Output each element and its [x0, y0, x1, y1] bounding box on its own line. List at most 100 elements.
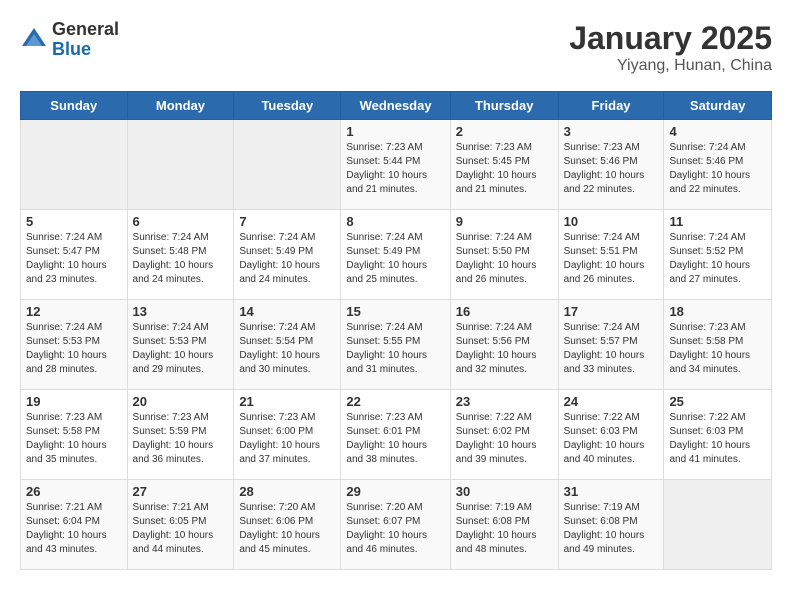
day-number: 24 — [564, 394, 659, 409]
day-info: Sunrise: 7:23 AMSunset: 5:59 PMDaylight:… — [133, 411, 229, 467]
day-of-week-header: Monday — [127, 92, 234, 120]
calendar-day-cell: 21Sunrise: 7:23 AMSunset: 6:00 PMDayligh… — [234, 390, 341, 480]
calendar-day-cell: 12 Sunrise: 7:24 AMSunset: 5:53 PMDayligh… — [21, 300, 128, 390]
calendar-day-cell: 9 Sunrise: 7:24 AMSunset: 5:50 PMDaylight… — [450, 210, 558, 300]
calendar-subtitle: Yiyang, Hunan, China — [569, 57, 772, 75]
day-info: Sunrise: 7:22 AMSunset: 6:03 PMDaylight:… — [669, 411, 766, 467]
day-info: Sunrise: 7:23 AMSunset: 5:58 PMDaylight:… — [26, 411, 122, 467]
day-number: 6 — [133, 214, 229, 229]
day-info: Sunrise: 7:24 AMSunset: 5:53 PMDaylight:… — [133, 321, 229, 377]
calendar-day-cell: 20 Sunrise: 7:23 AMSunset: 5:59 PMDayligh… — [127, 390, 234, 480]
calendar-day-cell: 4 Sunrise: 7:24 AMSunset: 5:46 PMDaylight… — [664, 120, 772, 210]
day-info: Sunrise: 7:20 AMSunset: 6:07 PMDaylight:… — [346, 501, 444, 557]
day-number: 17 — [564, 304, 659, 319]
day-info: Sunrise: 7:24 AMSunset: 5:50 PMDaylight:… — [456, 231, 553, 287]
calendar-day-cell: 3 Sunrise: 7:23 AMSunset: 5:46 PMDaylight… — [558, 120, 664, 210]
calendar-day-cell: 25 Sunrise: 7:22 AMSunset: 6:03 PMDayligh… — [664, 390, 772, 480]
calendar-day-cell: 19 Sunrise: 7:23 AMSunset: 5:58 PMDayligh… — [21, 390, 128, 480]
page-header: General Blue January 2025 Yiyang, Hunan,… — [20, 20, 772, 75]
day-of-week-header: Saturday — [664, 92, 772, 120]
day-info: Sunrise: 7:24 AMSunset: 5:49 PMDaylight:… — [346, 231, 444, 287]
day-number: 13 — [133, 304, 229, 319]
day-number: 27 — [133, 484, 229, 499]
day-info: Sunrise: 7:24 AMSunset: 5:49 PMDaylight:… — [239, 231, 335, 287]
calendar-header-row: SundayMondayTuesdayWednesdayThursdayFrid… — [21, 92, 772, 120]
day-info: Sunrise: 7:21 AMSunset: 6:05 PMDaylight:… — [133, 501, 229, 557]
day-number: 28 — [239, 484, 335, 499]
day-number: 25 — [669, 394, 766, 409]
day-info: Sunrise: 7:23 AMSunset: 6:01 PMDaylight:… — [346, 411, 444, 467]
calendar-day-cell: 5 Sunrise: 7:24 AMSunset: 5:47 PMDaylight… — [21, 210, 128, 300]
day-info: Sunrise: 7:24 AMSunset: 5:54 PMDaylight:… — [239, 321, 335, 377]
calendar-day-cell: 1 Sunrise: 7:23 AMSunset: 5:44 PMDaylight… — [341, 120, 450, 210]
logo-general-label: General — [52, 20, 119, 40]
logo: General Blue — [20, 20, 119, 60]
day-info: Sunrise: 7:22 AMSunset: 6:02 PMDaylight:… — [456, 411, 553, 467]
calendar-day-cell: 29 Sunrise: 7:20 AMSunset: 6:07 PMDayligh… — [341, 480, 450, 570]
calendar-day-cell: 28 Sunrise: 7:20 AMSunset: 6:06 PMDayligh… — [234, 480, 341, 570]
day-number: 20 — [133, 394, 229, 409]
day-info: Sunrise: 7:23 AMSunset: 5:46 PMDaylight:… — [564, 141, 659, 197]
day-number: 8 — [346, 214, 444, 229]
day-info: Sunrise: 7:23 AMSunset: 5:44 PMDaylight:… — [346, 141, 444, 197]
calendar-week-row: 19 Sunrise: 7:23 AMSunset: 5:58 PMDayligh… — [21, 390, 772, 480]
day-info: Sunrise: 7:23 AMSunset: 6:00 PMDaylight:… — [239, 411, 335, 467]
day-info: Sunrise: 7:23 AMSunset: 5:45 PMDaylight:… — [456, 141, 553, 197]
day-number: 2 — [456, 124, 553, 139]
logo-text: General Blue — [52, 20, 119, 60]
day-info: Sunrise: 7:20 AMSunset: 6:06 PMDaylight:… — [239, 501, 335, 557]
day-info: Sunrise: 7:23 AMSunset: 5:58 PMDaylight:… — [669, 321, 766, 377]
day-info: Sunrise: 7:24 AMSunset: 5:53 PMDaylight:… — [26, 321, 122, 377]
day-info: Sunrise: 7:19 AMSunset: 6:08 PMDaylight:… — [564, 501, 659, 557]
calendar-day-cell — [21, 120, 128, 210]
calendar-day-cell: 14 Sunrise: 7:24 AMSunset: 5:54 PMDayligh… — [234, 300, 341, 390]
day-info: Sunrise: 7:24 AMSunset: 5:51 PMDaylight:… — [564, 231, 659, 287]
calendar-day-cell: 11Sunrise: 7:24 AMSunset: 5:52 PMDayligh… — [664, 210, 772, 300]
calendar-day-cell: 13 Sunrise: 7:24 AMSunset: 5:53 PMDayligh… — [127, 300, 234, 390]
calendar-day-cell: 7 Sunrise: 7:24 AMSunset: 5:49 PMDaylight… — [234, 210, 341, 300]
day-number: 30 — [456, 484, 553, 499]
day-info: Sunrise: 7:24 AMSunset: 5:46 PMDaylight:… — [669, 141, 766, 197]
calendar-day-cell: 15Sunrise: 7:24 AMSunset: 5:55 PMDayligh… — [341, 300, 450, 390]
day-number: 23 — [456, 394, 553, 409]
day-info: Sunrise: 7:24 AMSunset: 5:48 PMDaylight:… — [133, 231, 229, 287]
day-number: 3 — [564, 124, 659, 139]
day-number: 9 — [456, 214, 553, 229]
calendar-day-cell: 27 Sunrise: 7:21 AMSunset: 6:05 PMDayligh… — [127, 480, 234, 570]
day-number: 1 — [346, 124, 444, 139]
logo-icon — [20, 26, 48, 54]
day-of-week-header: Friday — [558, 92, 664, 120]
day-number: 4 — [669, 124, 766, 139]
day-number: 31 — [564, 484, 659, 499]
day-number: 7 — [239, 214, 335, 229]
day-of-week-header: Wednesday — [341, 92, 450, 120]
calendar-day-cell: 8 Sunrise: 7:24 AMSunset: 5:49 PMDaylight… — [341, 210, 450, 300]
calendar-week-row: 12 Sunrise: 7:24 AMSunset: 5:53 PMDayligh… — [21, 300, 772, 390]
calendar-week-row: 5 Sunrise: 7:24 AMSunset: 5:47 PMDaylight… — [21, 210, 772, 300]
day-number: 5 — [26, 214, 122, 229]
day-info: Sunrise: 7:22 AMSunset: 6:03 PMDaylight:… — [564, 411, 659, 467]
day-of-week-header: Tuesday — [234, 92, 341, 120]
day-number: 16 — [456, 304, 553, 319]
logo-blue-label: Blue — [52, 40, 119, 60]
calendar-day-cell: 23 Sunrise: 7:22 AMSunset: 6:02 PMDayligh… — [450, 390, 558, 480]
calendar-day-cell: 26Sunrise: 7:21 AMSunset: 6:04 PMDayligh… — [21, 480, 128, 570]
day-info: Sunrise: 7:19 AMSunset: 6:08 PMDaylight:… — [456, 501, 553, 557]
day-info: Sunrise: 7:24 AMSunset: 5:56 PMDaylight:… — [456, 321, 553, 377]
calendar-day-cell: 6 Sunrise: 7:24 AMSunset: 5:48 PMDaylight… — [127, 210, 234, 300]
day-info: Sunrise: 7:24 AMSunset: 5:47 PMDaylight:… — [26, 231, 122, 287]
calendar-day-cell — [664, 480, 772, 570]
calendar-day-cell — [234, 120, 341, 210]
day-of-week-header: Thursday — [450, 92, 558, 120]
day-info: Sunrise: 7:21 AMSunset: 6:04 PMDaylight:… — [26, 501, 122, 557]
day-number: 29 — [346, 484, 444, 499]
day-number: 19 — [26, 394, 122, 409]
day-number: 14 — [239, 304, 335, 319]
calendar-day-cell: 22Sunrise: 7:23 AMSunset: 6:01 PMDayligh… — [341, 390, 450, 480]
day-info: Sunrise: 7:24 AMSunset: 5:57 PMDaylight:… — [564, 321, 659, 377]
calendar-table: SundayMondayTuesdayWednesdayThursdayFrid… — [20, 91, 772, 570]
calendar-week-row: 1 Sunrise: 7:23 AMSunset: 5:44 PMDaylight… — [21, 120, 772, 210]
calendar-day-cell — [127, 120, 234, 210]
day-info: Sunrise: 7:24 AMSunset: 5:52 PMDaylight:… — [669, 231, 766, 287]
day-number: 12 — [26, 304, 122, 319]
